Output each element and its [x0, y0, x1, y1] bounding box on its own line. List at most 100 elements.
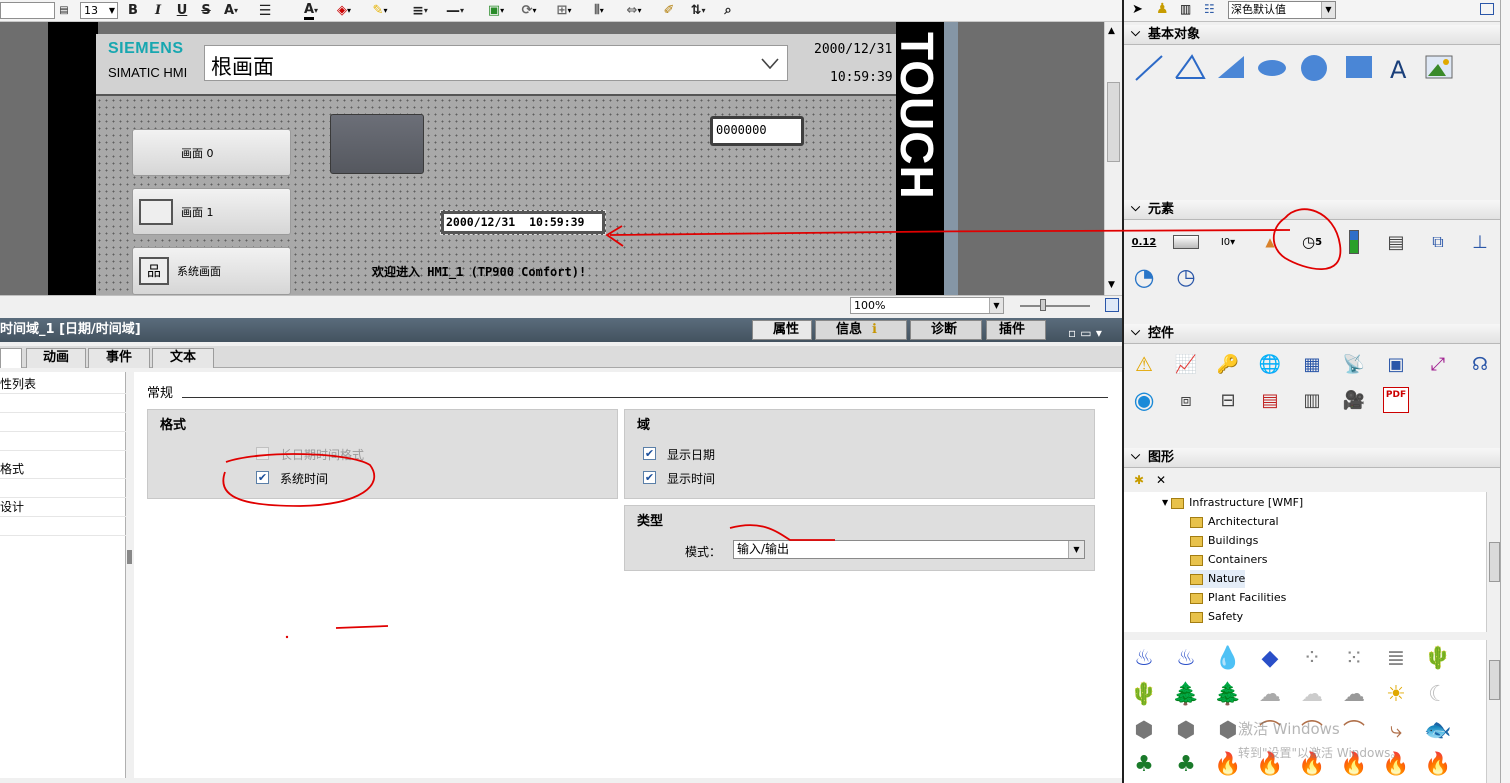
slider-icon[interactable]: ⊥: [1466, 228, 1494, 256]
nav-empty-1[interactable]: [0, 394, 126, 413]
line-style-icon[interactable]: — ▾: [440, 2, 470, 19]
section-elements[interactable]: 元素: [1124, 197, 1504, 220]
screen1-button[interactable]: 画面 1: [132, 188, 291, 235]
stamp-icon[interactable]: ♟: [1156, 1, 1169, 17]
rock-icon[interactable]: ⬢: [1128, 714, 1160, 746]
browser-icon[interactable]: 🌐: [1256, 350, 1284, 378]
diagnostics-view-icon[interactable]: ▤: [1256, 386, 1284, 414]
plc-code-view-icon[interactable]: ⧈: [1172, 386, 1200, 414]
clock-icon[interactable]: ◷: [1172, 263, 1200, 291]
line-width-icon[interactable]: ≡ ▾: [405, 2, 435, 19]
nav-property-list[interactable]: 性列表: [0, 375, 126, 394]
panel-layout-icon[interactable]: ▫ ▭ ▾: [1068, 321, 1102, 345]
water-drop-icon[interactable]: 💧: [1212, 642, 1244, 674]
zoom-slider-thumb[interactable]: [1040, 299, 1046, 311]
tab-properties-active[interactable]: [0, 348, 22, 368]
superscript-button[interactable]: A ▾: [220, 2, 242, 19]
rotate-icon[interactable]: ⟳ ▾: [515, 2, 543, 19]
spacing-icon[interactable]: ⫴ ▾: [585, 2, 613, 19]
align-objects-icon[interactable]: ▣ ▾: [482, 2, 510, 19]
font-size-box[interactable]: 13 ▼: [80, 2, 118, 19]
tree-icon[interactable]: 🌲: [1170, 678, 1202, 710]
tab-diagnostics[interactable]: 诊断: [910, 320, 982, 340]
new-folder-icon[interactable]: ✱: [1134, 473, 1144, 487]
align-icon[interactable]: ☰: [255, 2, 275, 19]
splitter-handle[interactable]: [127, 550, 132, 564]
sun-icon[interactable]: ☀: [1380, 678, 1412, 710]
section-graphics[interactable]: 图形: [1124, 445, 1504, 468]
tab-events[interactable]: 事件: [88, 348, 150, 368]
bush-icon[interactable]: ♣: [1128, 748, 1160, 780]
font-color-button[interactable]: A ▾: [297, 2, 325, 20]
ice-icon[interactable]: ◆: [1254, 642, 1286, 674]
screen0-button[interactable]: 画面 0: [132, 129, 291, 176]
tree-item-containers[interactable]: Containers: [1190, 551, 1268, 569]
bush-2-icon[interactable]: ♣: [1170, 748, 1202, 780]
media-player-icon[interactable]: ◉: [1130, 386, 1158, 414]
zoom-select[interactable]: 100% ▼: [850, 297, 1004, 314]
screen-editor-canvas[interactable]: SIEMENS SIMATIC HMI 根画面 2000/12/31 10:59…: [0, 22, 1104, 295]
symbol-library-icon[interactable]: ⧉: [1424, 228, 1452, 256]
button-element-icon[interactable]: [1172, 228, 1200, 256]
log-3-icon[interactable]: ⌒: [1338, 714, 1370, 746]
tree-2-icon[interactable]: 🌲: [1212, 678, 1244, 710]
tab-properties[interactable]: 属性: [752, 320, 812, 340]
nav-empty-4[interactable]: [0, 479, 126, 498]
cloud-dark-icon[interactable]: ☁: [1338, 678, 1370, 710]
font-list-icon[interactable]: ▤: [57, 2, 71, 19]
nav-empty-3[interactable]: [0, 432, 126, 451]
scroll-down-icon[interactable]: ▼: [1108, 280, 1115, 290]
canvas-vertical-scrollbar[interactable]: ▲ ▼: [1104, 22, 1122, 295]
datetime-element-icon[interactable]: ◷ 5: [1298, 228, 1326, 256]
nav-design[interactable]: 设计: [0, 498, 126, 517]
cactus-2-icon[interactable]: 🌵: [1128, 678, 1160, 710]
io-field-icon[interactable]: 0.12: [1130, 228, 1158, 256]
system-screen-button[interactable]: 品系统画面: [132, 247, 291, 295]
screen-name-field[interactable]: 根画面: [204, 45, 788, 81]
bold-button[interactable]: B: [125, 2, 141, 19]
fish-icon[interactable]: 🐟: [1422, 714, 1454, 746]
symbolic-io-icon[interactable]: I0▾: [1214, 228, 1242, 256]
io-field[interactable]: 0000000: [710, 116, 804, 146]
library-icon[interactable]: ▥: [1180, 2, 1191, 16]
scroll-up-icon[interactable]: ▲: [1108, 26, 1115, 36]
tornado-icon[interactable]: ≣: [1380, 642, 1412, 674]
cactus-icon[interactable]: 🌵: [1422, 642, 1454, 674]
camera-view-icon[interactable]: 🎥: [1340, 386, 1368, 414]
section-basic-objects[interactable]: 基本对象: [1124, 22, 1504, 45]
rain-2-icon[interactable]: ⁙: [1338, 642, 1370, 674]
recipe-view-icon[interactable]: ▦: [1298, 350, 1326, 378]
f-xy-view-icon[interactable]: ⤢: [1424, 350, 1452, 378]
status-force-icon[interactable]: ☊: [1466, 350, 1494, 378]
gallery-scroll-thumb[interactable]: [1489, 660, 1500, 700]
rain-icon[interactable]: ⁘: [1296, 642, 1328, 674]
restore-icon[interactable]: [1480, 3, 1494, 15]
tab-texts[interactable]: 文本: [152, 348, 214, 368]
format-painter-icon[interactable]: ✐: [660, 2, 678, 19]
graphic-view[interactable]: [330, 114, 424, 174]
moon-icon[interactable]: ☾: [1422, 678, 1454, 710]
section-controls[interactable]: 控件: [1124, 321, 1504, 344]
pointer-icon[interactable]: ➤: [1132, 2, 1143, 17]
tree-scroll-thumb[interactable]: [1489, 542, 1500, 582]
tree-item-safety[interactable]: Safety: [1190, 608, 1243, 626]
branch-icon[interactable]: ⤷: [1380, 714, 1412, 746]
tab-animation[interactable]: 动画: [26, 348, 86, 368]
trend-view-icon[interactable]: 📈: [1172, 350, 1200, 378]
fire-blue-2-icon[interactable]: ♨: [1170, 642, 1202, 674]
fill-color-icon[interactable]: ◈ ▾: [330, 2, 358, 19]
tree-item-infrastructure[interactable]: ▼ Infrastructure [WMF]: [1162, 494, 1303, 512]
delete-folder-icon[interactable]: ✕: [1156, 473, 1166, 487]
layer-icon[interactable]: ⇅ ▾: [684, 2, 712, 19]
underline-button[interactable]: U: [174, 2, 190, 19]
zoom-slider[interactable]: [1020, 305, 1090, 307]
graphic-io-icon[interactable]: ▲: [1256, 228, 1284, 256]
zoom-icon[interactable]: ⌕: [720, 2, 736, 19]
alarm-view-icon[interactable]: ⚠: [1130, 350, 1158, 378]
cloud-icon[interactable]: ☁: [1254, 678, 1286, 710]
italic-button[interactable]: I: [150, 2, 166, 19]
tree-item-architectural[interactable]: Architectural: [1190, 513, 1279, 531]
datetime-field[interactable]: 2000/12/31 10:59:39: [440, 210, 606, 235]
line-color-icon[interactable]: ✎ ▾: [366, 2, 394, 19]
system-time-checkbox[interactable]: ✔: [256, 471, 269, 484]
